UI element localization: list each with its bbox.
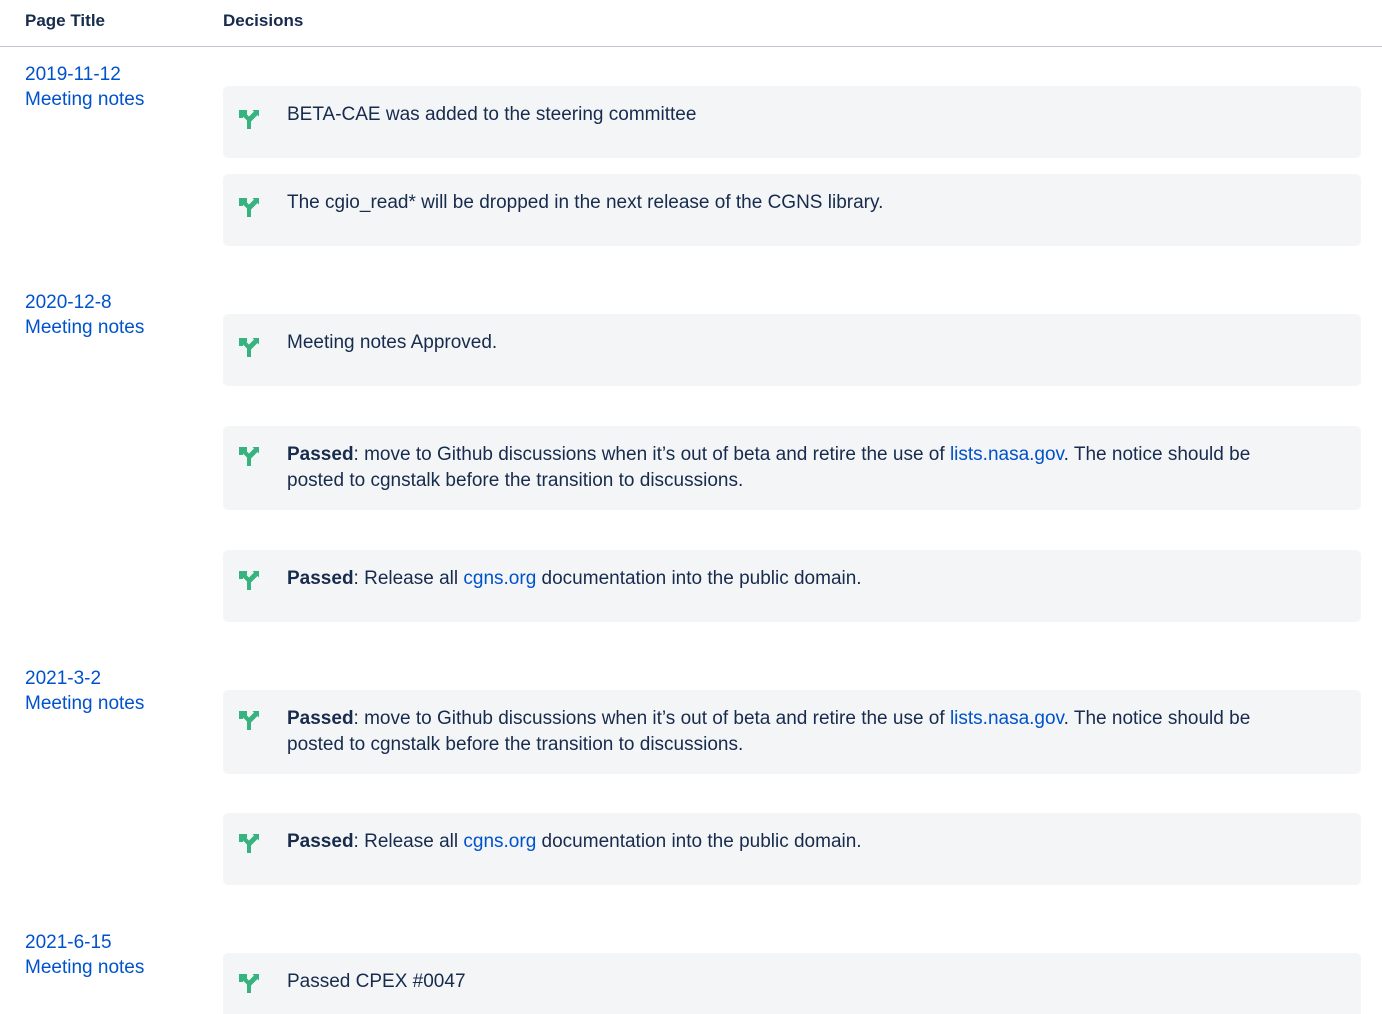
decision-text: BETA-CAE was added to the steering commi… — [287, 104, 697, 125]
decision-text-part: documentation into the public domain. — [536, 568, 862, 589]
decision-text-part: : Release all — [353, 568, 464, 589]
decision-branch-icon — [239, 571, 259, 590]
decision-status: Passed — [287, 831, 354, 852]
decision-text: Passed: Release all cgns.org documentati… — [287, 566, 1281, 592]
decision-text: Passed: Release all cgns.org documentati… — [287, 829, 1281, 855]
page-link-label: Meeting notes — [25, 957, 145, 978]
decision-item: Meeting notes Approved. — [223, 314, 1361, 386]
column-header-decisions[interactable]: Decisions — [223, 11, 303, 31]
table-header: Page Title Decisions — [0, 0, 1382, 47]
page-link-2021-3-2[interactable]: 2021-3-2 Meeting notes — [25, 666, 205, 716]
decision-item: Passed CPEX #0047 — [223, 953, 1361, 1014]
page-link-date: 2020-12-8 — [25, 292, 112, 313]
decision-status: Passed — [287, 444, 354, 465]
decision-status: Passed — [287, 568, 354, 589]
link-cgns-org[interactable]: cgns.org — [463, 831, 536, 852]
decision-branch-icon — [239, 447, 259, 466]
decision-item: Passed: move to Github discussions when … — [223, 426, 1361, 510]
decision-text-part: : move to Github discussions when it’s o… — [353, 444, 950, 465]
decision-text: Meeting notes Approved. — [287, 332, 498, 353]
decision-branch-icon — [239, 110, 259, 129]
decision-text: Passed: move to Github discussions when … — [287, 442, 1281, 494]
decision-status: Passed — [287, 708, 354, 729]
page-link-date: 2019-11-12 — [25, 64, 121, 85]
decision-text-part: documentation into the public domain. — [536, 831, 862, 852]
decision-text-part: : move to Github discussions when it’s o… — [353, 708, 950, 729]
decision-item: Passed: Release all cgns.org documentati… — [223, 550, 1361, 622]
page-link-label: Meeting notes — [25, 693, 145, 714]
page-link-2019-11-12[interactable]: 2019-11-12 Meeting notes — [25, 62, 205, 112]
link-lists-nasa-gov[interactable]: lists.nasa.gov — [950, 708, 1064, 729]
page-link-label: Meeting notes — [25, 317, 145, 338]
decision-item: BETA-CAE was added to the steering commi… — [223, 86, 1361, 158]
page-link-2021-6-15[interactable]: 2021-6-15 Meeting notes — [25, 930, 205, 980]
decision-item: The cgio_read* will be dropped in the ne… — [223, 174, 1361, 246]
decision-item: Passed: Release all cgns.org documentati… — [223, 813, 1361, 885]
page-link-date: 2021-3-2 — [25, 668, 102, 689]
decision-branch-icon — [239, 338, 259, 357]
decision-branch-icon — [239, 834, 259, 853]
decision-text-part: : Release all — [353, 831, 464, 852]
page-link-2020-12-8[interactable]: 2020-12-8 Meeting notes — [25, 290, 205, 340]
page-link-date: 2021-6-15 — [25, 932, 112, 953]
decision-text: Passed: move to Github discussions when … — [287, 706, 1281, 758]
decision-text: Passed CPEX #0047 — [287, 971, 466, 992]
decision-item: Passed: move to Github discussions when … — [223, 690, 1361, 774]
decision-text: The cgio_read* will be dropped in the ne… — [287, 192, 884, 213]
decision-branch-icon — [239, 974, 259, 993]
column-header-page-title[interactable]: Page Title — [25, 11, 105, 31]
page-link-label: Meeting notes — [25, 89, 145, 110]
decision-branch-icon — [239, 198, 259, 217]
decision-branch-icon — [239, 711, 259, 730]
link-cgns-org[interactable]: cgns.org — [463, 568, 536, 589]
link-lists-nasa-gov[interactable]: lists.nasa.gov — [950, 444, 1064, 465]
